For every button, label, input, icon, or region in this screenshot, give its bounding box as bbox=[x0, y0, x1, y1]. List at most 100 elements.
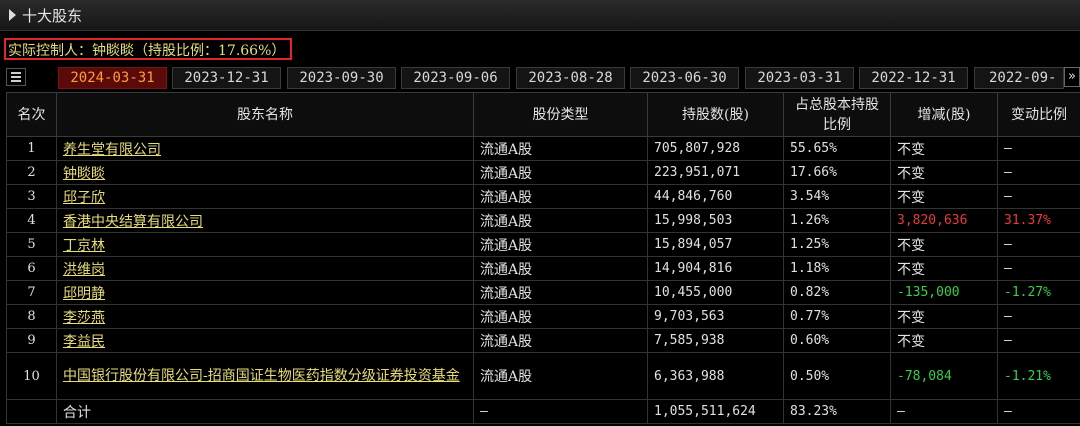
pct-cell: 0.50% bbox=[783, 352, 891, 400]
shares-cell: 7,585,938 bbox=[647, 328, 784, 353]
ratio-cell: -1.21% bbox=[997, 352, 1080, 400]
total-spacer-cell bbox=[6, 399, 57, 424]
shares-cell: 14,904,816 bbox=[647, 256, 784, 281]
share-type-cell: 流通A股 bbox=[473, 208, 648, 233]
ratio-cell: — bbox=[997, 304, 1080, 329]
header-pct[interactable]: 占总股本持股 比例 bbox=[783, 92, 891, 137]
change-cell: -78,084 bbox=[890, 352, 998, 400]
tab-2023-03-31[interactable]: 2023-03-31 bbox=[745, 67, 854, 89]
total-change-cell: — bbox=[890, 399, 998, 424]
pct-cell: 0.60% bbox=[783, 328, 891, 353]
shares-cell: 705,807,928 bbox=[647, 136, 784, 161]
shareholder-link[interactable]: 钟睒睒 bbox=[63, 166, 105, 182]
pct-cell: 1.26% bbox=[783, 208, 891, 233]
total-ratio-cell: — bbox=[997, 399, 1080, 424]
header-shares[interactable]: 持股数(股) bbox=[647, 92, 784, 137]
tab-2022-09-3[interactable]: 2022-09-3 bbox=[974, 67, 1064, 89]
shareholder-link[interactable]: 李益民 bbox=[63, 334, 105, 350]
change-cell: 不变 bbox=[890, 304, 998, 329]
tab-2023-08-28[interactable]: 2023-08-28 bbox=[516, 67, 625, 89]
shareholder-link[interactable]: 李莎燕 bbox=[63, 310, 105, 326]
shares-cell: 6,363,988 bbox=[647, 352, 784, 400]
table-row: 1 养生堂有限公司 流通A股 705,807,928 55.65% 不变 — bbox=[6, 136, 1080, 161]
ratio-cell: — bbox=[997, 328, 1080, 353]
pct-cell: 1.25% bbox=[783, 232, 891, 257]
share-type-cell: 流通A股 bbox=[473, 328, 648, 353]
table-row: 8 李莎燕 流通A股 9,703,563 0.77% 不变 — bbox=[6, 304, 1080, 329]
header-rank[interactable]: 名次 bbox=[6, 92, 57, 137]
section-header[interactable]: 十大股东 bbox=[0, 0, 1080, 31]
table-row: 2 钟睒睒 流通A股 223,951,071 17.66% 不变 — bbox=[6, 160, 1080, 185]
shares-cell: 15,998,503 bbox=[647, 208, 784, 233]
table-row: 3 邱子欣 流通A股 44,846,760 3.54% 不变 — bbox=[6, 184, 1080, 209]
rank-cell: 10 bbox=[6, 352, 57, 400]
tab-2023-12-31[interactable]: 2023-12-31 bbox=[172, 67, 281, 89]
list-menu-icon[interactable] bbox=[6, 68, 26, 86]
ratio-cell: 31.37% bbox=[997, 208, 1080, 233]
rank-cell: 1 bbox=[6, 136, 57, 161]
shares-cell: 15,894,057 bbox=[647, 232, 784, 257]
share-type-cell: 流通A股 bbox=[473, 136, 648, 161]
shareholder-link[interactable]: 邱明静 bbox=[63, 286, 105, 302]
rank-cell: 9 bbox=[6, 328, 57, 353]
rank-cell: 2 bbox=[6, 160, 57, 185]
share-type-cell: 流通A股 bbox=[473, 184, 648, 209]
total-type-cell: — bbox=[473, 399, 648, 424]
tab-2022-12-31[interactable]: 2022-12-31 bbox=[859, 67, 968, 89]
ratio-cell: — bbox=[997, 136, 1080, 161]
change-cell: 不变 bbox=[890, 328, 998, 353]
table-row: 10 中国银行股份有限公司-招商国证生物医药指数分级证券投资基金 流通A股 6,… bbox=[6, 352, 1080, 400]
table-row: 4 香港中央结算有限公司 流通A股 15,998,503 1.26% 3,820… bbox=[6, 208, 1080, 233]
shares-cell: 9,703,563 bbox=[647, 304, 784, 329]
header-name[interactable]: 股东名称 bbox=[56, 92, 474, 137]
header-type[interactable]: 股份类型 bbox=[473, 92, 648, 137]
shareholder-link[interactable]: 养生堂有限公司 bbox=[63, 142, 161, 158]
share-type-cell: 流通A股 bbox=[473, 280, 648, 305]
total-label: 合计 bbox=[56, 399, 474, 424]
rank-cell: 8 bbox=[6, 304, 57, 329]
change-cell: 不变 bbox=[890, 232, 998, 257]
shares-cell: 10,455,000 bbox=[647, 280, 784, 305]
table-row: 7 邱明静 流通A股 10,455,000 0.82% -135,000 -1.… bbox=[6, 280, 1080, 305]
change-cell: 不变 bbox=[890, 160, 998, 185]
actual-controller-box: 实际控制人：钟睒睒（持股比例：17.66%） bbox=[4, 38, 292, 60]
shares-cell: 223,951,071 bbox=[647, 160, 784, 185]
share-type-cell: 流通A股 bbox=[473, 232, 648, 257]
share-type-cell: 流通A股 bbox=[473, 304, 648, 329]
shareholder-link[interactable]: 丁京林 bbox=[63, 238, 105, 254]
pct-cell: 0.77% bbox=[783, 304, 891, 329]
period-tab-bar: 2024-03-31 2023-12-31 2023-09-30 2023-09… bbox=[0, 66, 1080, 90]
shareholder-link[interactable]: 中国银行股份有限公司-招商国证生物医药指数分级证券投资基金 bbox=[63, 368, 460, 384]
tab-scroll-right-icon[interactable]: » bbox=[1064, 67, 1080, 87]
shareholder-link[interactable]: 洪维岗 bbox=[63, 262, 105, 278]
section-title: 十大股东 bbox=[22, 7, 83, 25]
shares-cell: 44,846,760 bbox=[647, 184, 784, 209]
ratio-cell: — bbox=[997, 160, 1080, 185]
header-change[interactable]: 增减(股) bbox=[890, 92, 998, 137]
ratio-cell: — bbox=[997, 184, 1080, 209]
rank-cell: 5 bbox=[6, 232, 57, 257]
ratio-cell: — bbox=[997, 232, 1080, 257]
header-pct-line2: 比例 bbox=[823, 116, 851, 133]
tab-2023-06-30[interactable]: 2023-06-30 bbox=[630, 67, 739, 89]
rank-cell: 3 bbox=[6, 184, 57, 209]
tab-2023-09-30[interactable]: 2023-09-30 bbox=[287, 67, 396, 89]
rank-cell: 6 bbox=[6, 256, 57, 281]
shareholder-table: 名次 股东名称 股份类型 持股数(股) 占总股本持股 比例 增减(股) 变动比例 … bbox=[6, 92, 1080, 424]
table-row: 5 丁京林 流通A股 15,894,057 1.25% 不变 — bbox=[6, 232, 1080, 257]
tab-2023-09-06[interactable]: 2023-09-06 bbox=[401, 67, 510, 89]
change-cell: 不变 bbox=[890, 136, 998, 161]
table-row: 9 李益民 流通A股 7,585,938 0.60% 不变 — bbox=[6, 328, 1080, 353]
total-pct-cell: 83.23% bbox=[783, 399, 891, 424]
share-type-cell: 流通A股 bbox=[473, 256, 648, 281]
tab-2024-03-31[interactable]: 2024-03-31 bbox=[58, 67, 167, 89]
shareholder-link[interactable]: 邱子欣 bbox=[63, 190, 105, 206]
ratio-cell: — bbox=[997, 256, 1080, 281]
pct-cell: 55.65% bbox=[783, 136, 891, 161]
expand-triangle-icon[interactable] bbox=[9, 9, 16, 21]
table-header-row: 名次 股东名称 股份类型 持股数(股) 占总股本持股 比例 增减(股) 变动比例 bbox=[6, 92, 1080, 137]
ratio-cell: -1.27% bbox=[997, 280, 1080, 305]
header-ratio[interactable]: 变动比例 bbox=[997, 92, 1080, 137]
share-type-cell: 流通A股 bbox=[473, 160, 648, 185]
shareholder-link[interactable]: 香港中央结算有限公司 bbox=[63, 214, 203, 230]
